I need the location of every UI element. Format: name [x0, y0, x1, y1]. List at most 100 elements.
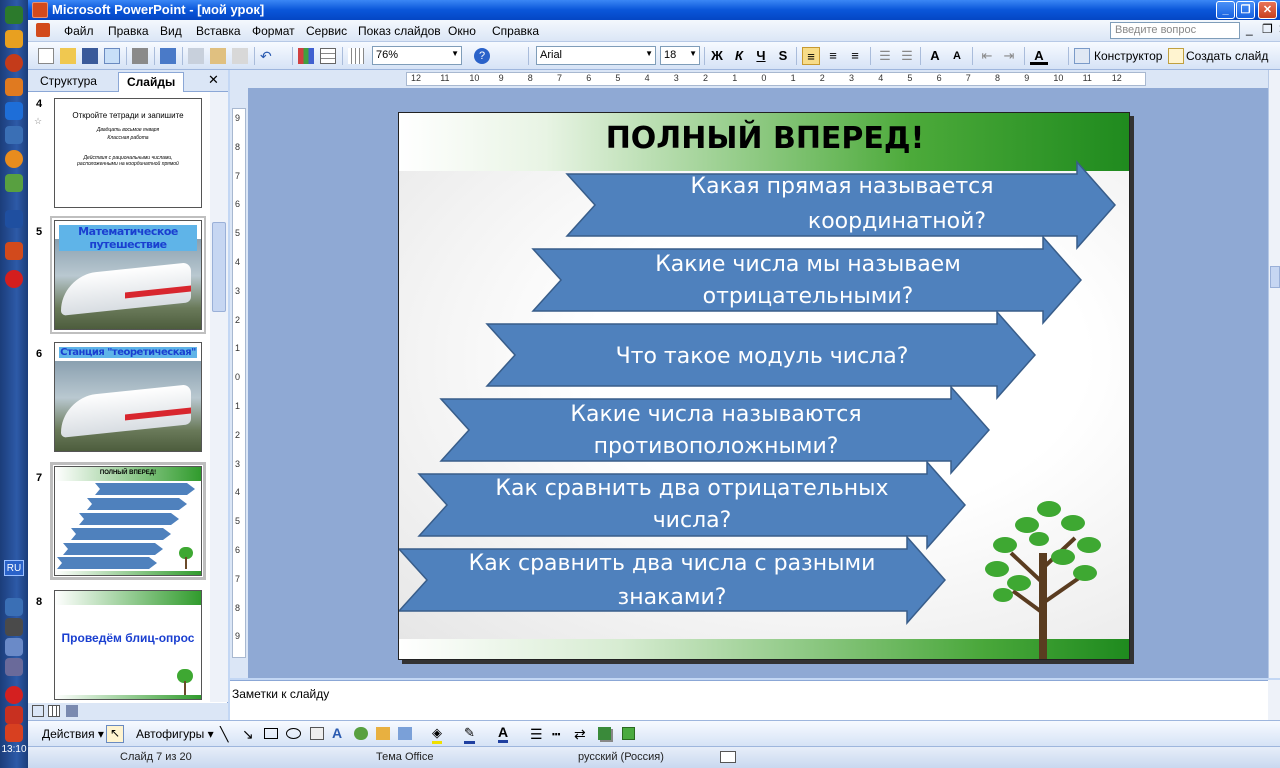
arrow-tool-icon[interactable]: ↘	[242, 726, 254, 743]
decrease-font-button[interactable]: A	[948, 47, 966, 65]
underline-button[interactable]: Ч	[752, 47, 770, 65]
format-painter-icon[interactable]	[232, 48, 248, 64]
tray-icon-3[interactable]	[5, 638, 23, 656]
question-text-4[interactable]: Какие числа называются противоположными?	[473, 399, 959, 463]
font-size-select[interactable]: 18 ▼	[660, 46, 700, 65]
tray-icon-1[interactable]	[5, 598, 23, 616]
increase-indent-button[interactable]: ⇥	[1000, 47, 1018, 65]
notes-scrollbar[interactable]	[1268, 680, 1280, 720]
help-icon[interactable]: ?	[474, 48, 490, 64]
workspace-scrollbar[interactable]	[1268, 70, 1280, 678]
launch-icon-1[interactable]	[5, 6, 23, 24]
zoom-select[interactable]: 76% ▼	[372, 46, 462, 65]
question-text-1[interactable]: Какая прямая называется координатной?	[599, 169, 1085, 239]
powerpoint-icon[interactable]	[5, 242, 23, 260]
spelling-status-icon[interactable]	[720, 751, 736, 763]
grid-icon[interactable]	[348, 48, 364, 64]
question-text-5[interactable]: Как сравнить два отрицательных числа?	[449, 473, 935, 537]
slideshow-icon[interactable]	[66, 705, 78, 717]
launch-icon-3[interactable]	[5, 78, 23, 96]
question-text-2[interactable]: Какие числа мы называем отрицательными?	[565, 249, 1051, 313]
panel-scrollbar[interactable]	[210, 92, 228, 702]
current-slide[interactable]: ПОЛНЫЙ ВПЕРЕД! Какая прямая называется к…	[398, 112, 1130, 660]
clipart-icon[interactable]	[376, 727, 390, 740]
tray-icon-5[interactable]	[5, 706, 23, 724]
doc-restore-button[interactable]: ❐	[1262, 22, 1273, 36]
notes-pane[interactable]: Заметки к слайду	[230, 680, 1268, 720]
panel-close-icon[interactable]: ✕	[208, 72, 219, 88]
rectangle-icon[interactable]	[264, 728, 278, 739]
new-icon[interactable]	[38, 48, 54, 64]
undo-icon[interactable]: ↶	[260, 48, 276, 64]
font-select[interactable]: Arial ▼	[536, 46, 656, 65]
restore-button[interactable]: ❐	[1236, 1, 1255, 19]
shadow-button[interactable]: S	[774, 47, 792, 65]
line-color-icon[interactable]: ✎	[464, 725, 475, 744]
arrow-style-icon[interactable]: ⇄	[574, 726, 586, 743]
doc-minimize-button[interactable]: _	[1246, 22, 1253, 36]
font-color-button[interactable]: A	[1030, 47, 1048, 65]
workspace-scroll-thumb[interactable]	[1270, 266, 1280, 288]
numbering-button[interactable]: ☰	[876, 47, 894, 65]
oval-icon[interactable]	[286, 728, 301, 739]
launch-icon-4[interactable]	[5, 150, 23, 168]
increase-font-button[interactable]: A	[926, 47, 944, 65]
minimize-button[interactable]: _	[1216, 1, 1235, 19]
new-slide-icon[interactable]	[1168, 48, 1184, 64]
browser-icon[interactable]	[5, 54, 23, 72]
diagram-icon[interactable]	[354, 727, 368, 740]
designer-button[interactable]: Конструктор	[1094, 49, 1162, 63]
picture-icon[interactable]	[398, 727, 412, 740]
tray-icon-4[interactable]	[5, 658, 23, 676]
menu-help[interactable]: Справка	[492, 24, 539, 38]
select-cursor-icon[interactable]: ↖	[106, 725, 124, 743]
line-style-icon[interactable]: ☰	[530, 726, 543, 743]
language-indicator[interactable]: RU	[4, 560, 24, 576]
tab-slides[interactable]: Слайды	[118, 72, 185, 92]
menu-slideshow[interactable]: Показ слайдов	[358, 24, 441, 38]
decrease-indent-button[interactable]: ⇤	[978, 47, 996, 65]
antivirus-icon[interactable]	[5, 686, 23, 704]
new-slide-button[interactable]: Создать слайд	[1186, 49, 1268, 63]
bullets-button[interactable]: ☰	[898, 47, 916, 65]
menu-edit[interactable]: Правка	[108, 24, 149, 38]
desktop-icon[interactable]	[5, 126, 23, 144]
open-icon[interactable]	[60, 48, 76, 64]
close-button[interactable]: ✕	[1258, 1, 1277, 19]
line-icon[interactable]: ╲	[220, 726, 228, 743]
ask-question-input[interactable]: Введите вопрос	[1110, 22, 1240, 39]
permission-icon[interactable]	[104, 48, 120, 64]
fill-color-icon[interactable]: ◈	[432, 725, 442, 744]
align-center-button[interactable]: ≡	[824, 47, 842, 65]
slide-sorter-icon[interactable]	[48, 705, 60, 717]
spelling-icon[interactable]	[160, 48, 176, 64]
ie-icon[interactable]	[5, 102, 23, 120]
tab-outline[interactable]: Структура	[32, 72, 105, 92]
tray-icon-2[interactable]	[5, 618, 23, 636]
menu-view[interactable]: Вид	[160, 24, 182, 38]
autoshapes-menu[interactable]: Автофигуры ▾	[136, 727, 214, 741]
cut-icon[interactable]	[188, 48, 204, 64]
3d-style-icon[interactable]	[622, 727, 635, 740]
print-icon[interactable]	[132, 48, 148, 64]
app-icon[interactable]	[32, 2, 48, 18]
dash-style-icon[interactable]: ┅	[552, 726, 560, 743]
table-icon[interactable]	[320, 48, 336, 64]
opera-icon[interactable]	[5, 270, 23, 288]
align-right-button[interactable]: ≡	[846, 47, 864, 65]
shadow-style-icon[interactable]	[598, 727, 611, 740]
italic-button[interactable]: К	[730, 47, 748, 65]
tray-icon-6[interactable]	[5, 724, 23, 742]
wordart-icon[interactable]: A	[332, 725, 342, 741]
word-icon[interactable]	[5, 210, 23, 228]
launch-icon-2[interactable]	[5, 30, 23, 48]
font-color-icon[interactable]: A	[498, 724, 509, 743]
question-text-3[interactable]: Что такое модуль числа?	[519, 339, 1005, 374]
designer-icon[interactable]	[1074, 48, 1090, 64]
menu-format[interactable]: Формат	[252, 24, 295, 38]
actions-menu[interactable]: Действия ▾	[42, 727, 104, 741]
menu-insert[interactable]: Вставка	[196, 24, 241, 38]
bold-button[interactable]: Ж	[708, 47, 726, 65]
align-left-button[interactable]: ≡	[802, 47, 820, 65]
paste-icon[interactable]	[210, 48, 226, 64]
